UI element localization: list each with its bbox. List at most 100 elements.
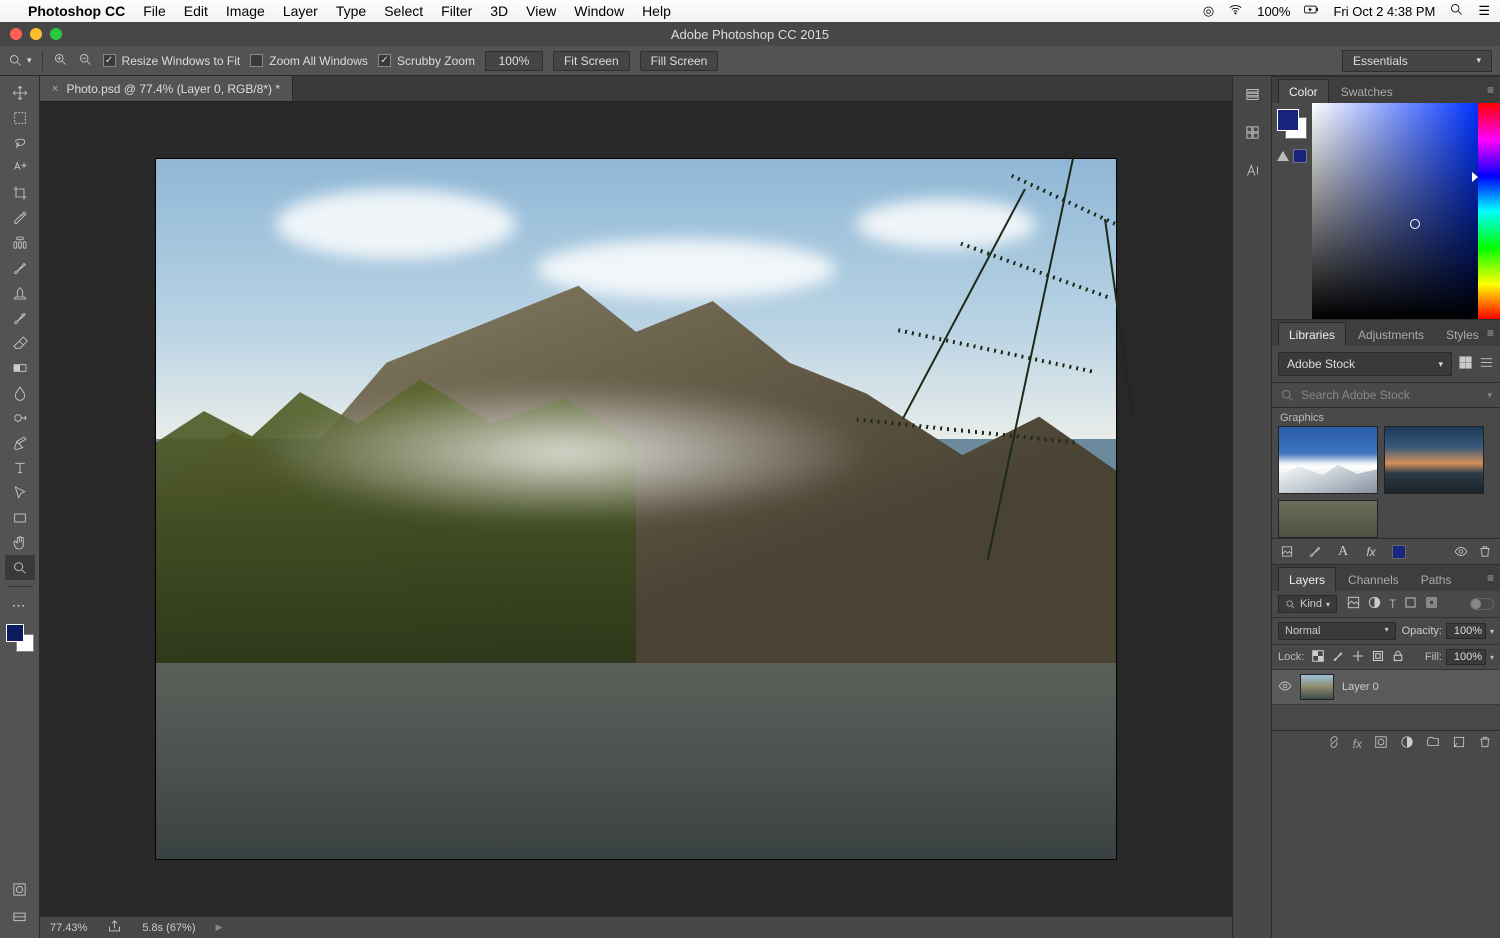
lock-artboard-icon[interactable] <box>1372 650 1384 665</box>
app-menu[interactable]: Photoshop CC <box>28 3 125 19</box>
window-minimize-button[interactable] <box>30 28 42 40</box>
zoom-in-icon[interactable] <box>53 52 68 70</box>
library-list-view-icon[interactable] <box>1479 355 1494 373</box>
color-field[interactable] <box>1312 103 1478 319</box>
library-visibility-icon[interactable] <box>1454 545 1468 559</box>
tab-channels[interactable]: Channels <box>1338 568 1409 591</box>
library-search-row[interactable]: Search Adobe Stock ▾ <box>1272 382 1500 408</box>
blur-tool[interactable] <box>5 380 35 405</box>
menu-window[interactable]: Window <box>574 3 624 19</box>
document-canvas[interactable] <box>156 159 1116 859</box>
tab-styles[interactable]: Styles <box>1436 323 1489 346</box>
tab-color[interactable]: Color <box>1278 79 1329 103</box>
brush-tool[interactable] <box>5 255 35 280</box>
resize-windows-checkbox[interactable]: ✓Resize Windows to Fit <box>103 54 241 68</box>
menu-type[interactable]: Type <box>336 3 366 19</box>
layers-panel-menu-icon[interactable]: ≡ <box>1487 571 1494 585</box>
dodge-tool[interactable] <box>5 405 35 430</box>
menu-edit[interactable]: Edit <box>184 3 208 19</box>
layer-filter-kind-dropdown[interactable]: Kind▾ <box>1278 595 1337 613</box>
menu-select[interactable]: Select <box>384 3 423 19</box>
filter-type-layers-icon[interactable]: T <box>1389 597 1396 611</box>
gradient-tool[interactable] <box>5 355 35 380</box>
library-grid-view-icon[interactable] <box>1458 355 1473 373</box>
clone-stamp-tool[interactable] <box>5 280 35 305</box>
zoom-out-icon[interactable] <box>78 52 93 70</box>
character-panel-icon[interactable] <box>1241 160 1263 180</box>
lock-all-icon[interactable] <box>1392 650 1404 665</box>
canvas-viewport[interactable] <box>40 102 1232 916</box>
adjustment-layer-icon[interactable] <box>1400 735 1414 752</box>
tab-libraries[interactable]: Libraries <box>1278 322 1346 346</box>
notification-center-icon[interactable]: ☰ <box>1478 3 1490 19</box>
layer-thumbnail[interactable] <box>1300 674 1334 700</box>
gamut-color-swatch[interactable] <box>1293 149 1307 163</box>
properties-panel-icon[interactable] <box>1241 122 1263 142</box>
filter-shape-layers-icon[interactable] <box>1404 596 1417 612</box>
add-brush-icon[interactable] <box>1308 545 1322 559</box>
spotlight-icon[interactable] <box>1449 2 1464 20</box>
tab-adjustments[interactable]: Adjustments <box>1348 323 1434 346</box>
window-zoom-button[interactable] <box>50 28 62 40</box>
move-tool[interactable] <box>5 80 35 105</box>
tab-layers[interactable]: Layers <box>1278 567 1336 591</box>
library-source-dropdown[interactable]: Adobe Stock▾ <box>1278 352 1452 376</box>
library-delete-icon[interactable] <box>1478 545 1492 559</box>
rectangular-marquee-tool[interactable] <box>5 105 35 130</box>
library-graphic-1[interactable] <box>1278 426 1378 494</box>
zoom-all-windows-checkbox[interactable]: Zoom All Windows <box>250 54 368 68</box>
screen-mode-toggle[interactable] <box>12 910 27 928</box>
opacity-field[interactable] <box>1446 623 1486 639</box>
menu-image[interactable]: Image <box>226 3 265 19</box>
link-layers-icon[interactable] <box>1327 735 1341 752</box>
gamut-warning-icon[interactable] <box>1277 151 1289 161</box>
tab-paths[interactable]: Paths <box>1411 568 1462 591</box>
creative-cloud-icon[interactable]: ◎ <box>1203 3 1214 19</box>
path-selection-tool[interactable] <box>5 480 35 505</box>
add-character-style-icon[interactable]: A <box>1336 545 1350 559</box>
document-tab[interactable]: × Photo.psd @ 77.4% (Layer 0, RGB/8*) * <box>40 76 293 101</box>
layer-visibility-icon[interactable] <box>1278 679 1292 696</box>
fill-screen-button[interactable]: Fill Screen <box>640 51 719 71</box>
rectangle-tool[interactable] <box>5 505 35 530</box>
new-layer-icon[interactable] <box>1452 735 1466 752</box>
layer-filter-toggle[interactable] <box>1470 598 1494 610</box>
menu-file[interactable]: File <box>143 3 166 19</box>
add-layer-style-icon[interactable]: fx <box>1364 545 1378 559</box>
filter-pixel-layers-icon[interactable] <box>1347 596 1360 612</box>
layer-name[interactable]: Layer 0 <box>1342 681 1379 693</box>
close-tab-icon[interactable]: × <box>52 83 58 95</box>
zoom-level-field[interactable]: 100% <box>485 51 543 71</box>
add-graphic-icon[interactable] <box>1280 545 1294 559</box>
zoom-tool[interactable] <box>5 555 35 580</box>
lock-position-icon[interactable] <box>1352 650 1364 665</box>
layer-item[interactable]: Layer 0 <box>1272 670 1500 705</box>
menubar-datetime[interactable]: Fri Oct 2 4:38 PM <box>1333 4 1435 19</box>
menu-help[interactable]: Help <box>642 3 671 19</box>
layer-style-icon[interactable]: fx <box>1353 737 1362 751</box>
lock-transparency-icon[interactable] <box>1312 650 1324 665</box>
menu-3d[interactable]: 3D <box>490 3 508 19</box>
quick-mask-toggle[interactable] <box>12 882 27 900</box>
tab-swatches[interactable]: Swatches <box>1331 80 1403 103</box>
menu-layer[interactable]: Layer <box>283 3 318 19</box>
history-panel-icon[interactable] <box>1241 84 1263 104</box>
fit-screen-button[interactable]: Fit Screen <box>553 51 630 71</box>
current-tool-indicator[interactable]: ▾ <box>8 53 32 68</box>
type-tool[interactable] <box>5 455 35 480</box>
foreground-background-colors[interactable] <box>6 624 34 652</box>
libraries-panel-menu-icon[interactable]: ≡ <box>1487 326 1494 340</box>
status-zoom[interactable]: 77.43% <box>50 922 87 934</box>
library-graphic-2[interactable] <box>1384 426 1484 494</box>
eraser-tool[interactable] <box>5 330 35 355</box>
layer-group-icon[interactable] <box>1426 735 1440 752</box>
library-graphic-3[interactable] <box>1278 500 1378 538</box>
history-brush-tool[interactable] <box>5 305 35 330</box>
lock-image-icon[interactable] <box>1332 650 1344 665</box>
scrubby-zoom-checkbox[interactable]: ✓Scrubby Zoom <box>378 54 475 68</box>
lasso-tool[interactable] <box>5 130 35 155</box>
eyedropper-tool[interactable] <box>5 205 35 230</box>
hand-tool[interactable] <box>5 530 35 555</box>
wifi-icon[interactable] <box>1228 2 1243 20</box>
healing-brush-tool[interactable] <box>5 230 35 255</box>
